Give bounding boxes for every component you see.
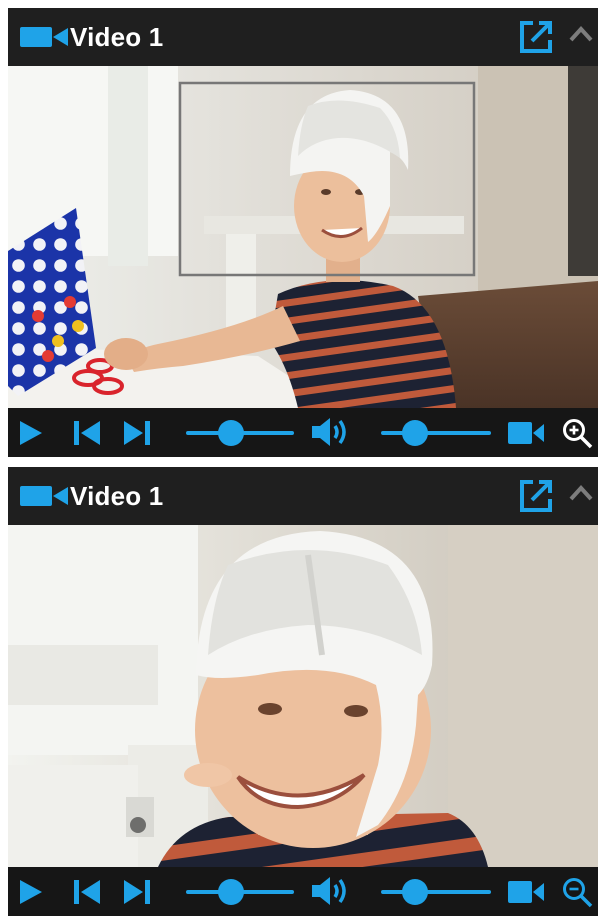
seek-slider[interactable] bbox=[186, 420, 294, 446]
speaker-icon[interactable] bbox=[312, 876, 348, 906]
panel-titlebar: Video 1 bbox=[8, 467, 598, 525]
video-panel-2: Video 1 bbox=[8, 467, 598, 916]
volume-thumb[interactable] bbox=[402, 420, 429, 446]
volume-thumb[interactable] bbox=[402, 879, 429, 905]
skip-next-icon[interactable] bbox=[124, 880, 150, 904]
volume-slider[interactable] bbox=[381, 420, 491, 446]
play-icon[interactable] bbox=[20, 880, 42, 904]
external-link-icon[interactable] bbox=[519, 479, 553, 513]
video-controls bbox=[8, 867, 598, 916]
volume-slider[interactable] bbox=[381, 879, 491, 905]
zoom-in-icon[interactable] bbox=[561, 417, 593, 449]
seek-slider[interactable] bbox=[186, 879, 294, 905]
panel-titlebar: Video 1 bbox=[8, 8, 598, 66]
volume-track bbox=[381, 890, 491, 894]
video-panel-1: Video 1 bbox=[8, 8, 598, 457]
video-scene bbox=[8, 66, 598, 408]
panel-title: Video 1 bbox=[70, 22, 164, 52]
chevron-up-icon[interactable] bbox=[568, 483, 594, 503]
video-camera-icon[interactable] bbox=[508, 880, 544, 904]
video-camera-icon[interactable] bbox=[508, 421, 544, 445]
seek-thumb[interactable] bbox=[218, 879, 245, 905]
external-link-icon[interactable] bbox=[519, 20, 553, 54]
chevron-up-icon[interactable] bbox=[568, 24, 594, 44]
video-scene-zoomed bbox=[8, 525, 598, 867]
skip-previous-icon[interactable] bbox=[74, 421, 100, 445]
panel-title: Video 1 bbox=[70, 481, 164, 511]
skip-next-icon[interactable] bbox=[124, 421, 150, 445]
video-frame[interactable] bbox=[8, 66, 598, 408]
video-controls bbox=[8, 408, 598, 457]
video-frame-zoomed[interactable] bbox=[8, 525, 598, 867]
play-icon[interactable] bbox=[20, 421, 42, 445]
video-camera-icon bbox=[20, 27, 68, 47]
video-camera-icon bbox=[20, 486, 68, 506]
speaker-icon[interactable] bbox=[312, 417, 348, 447]
volume-track bbox=[381, 431, 491, 435]
seek-thumb[interactable] bbox=[218, 420, 245, 446]
skip-previous-icon[interactable] bbox=[74, 880, 100, 904]
zoom-out-icon[interactable] bbox=[561, 876, 593, 908]
